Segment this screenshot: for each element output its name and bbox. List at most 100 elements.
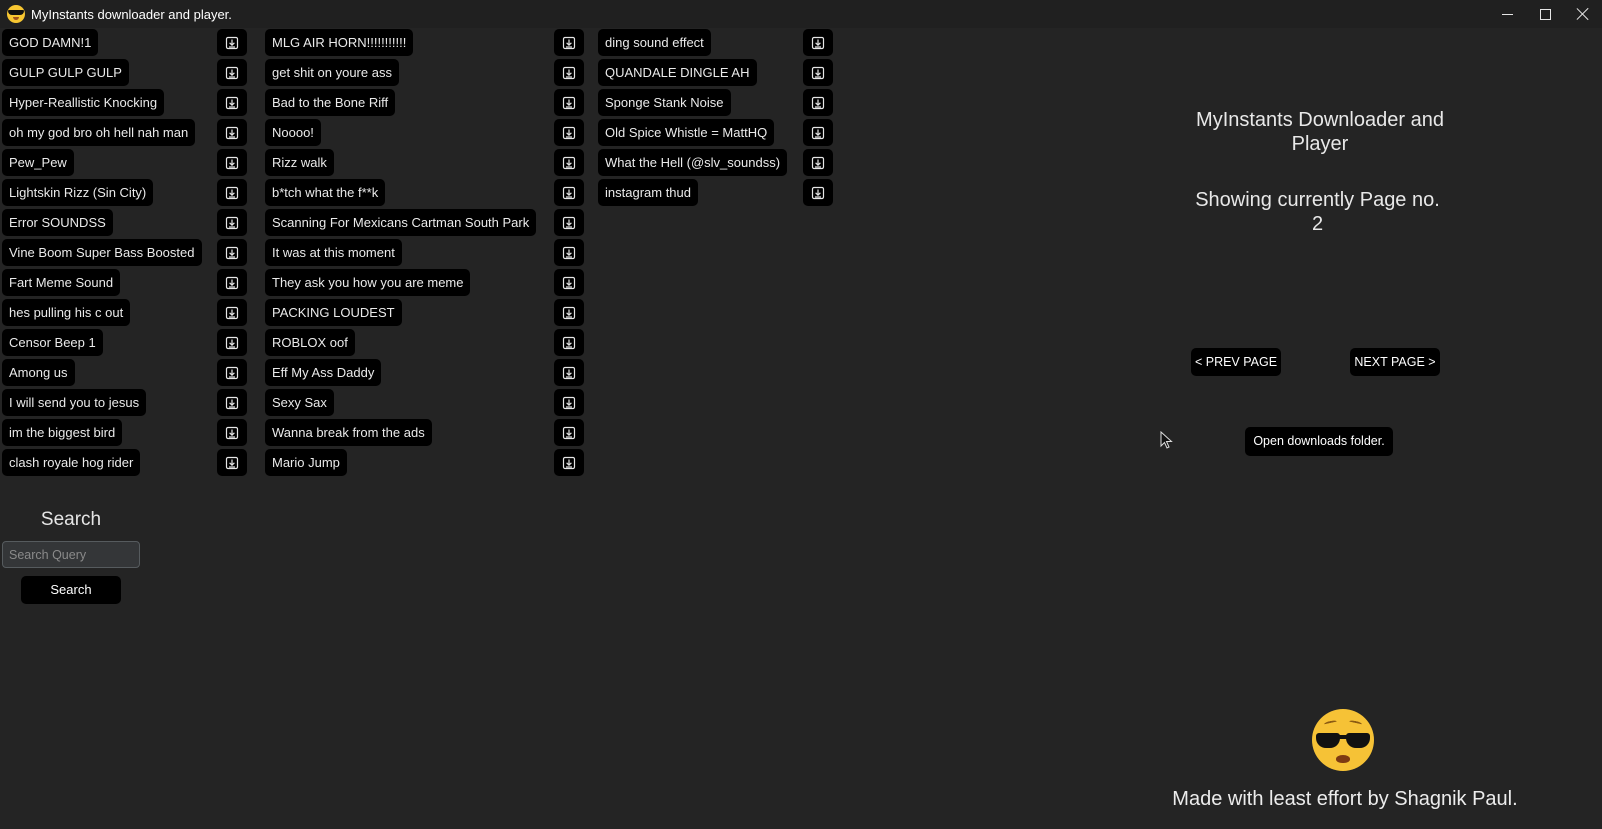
download-button[interactable] <box>217 239 247 266</box>
download-button[interactable] <box>217 389 247 416</box>
next-page-button[interactable]: NEXT PAGE > <box>1350 348 1440 376</box>
play-sound-button[interactable]: hes pulling his c out <box>2 299 131 326</box>
play-sound-button[interactable]: Fart Meme Sound <box>2 269 121 296</box>
download-button[interactable] <box>554 389 584 416</box>
download-icon <box>562 396 576 409</box>
play-sound-button[interactable]: Among us <box>2 359 75 386</box>
play-sound-button[interactable]: Noooo! <box>265 119 321 146</box>
download-button[interactable] <box>217 59 247 86</box>
play-sound-button[interactable]: I will send you to jesus <box>2 389 147 416</box>
play-sound-button[interactable]: ding sound effect <box>598 29 711 56</box>
maximize-button[interactable] <box>1526 0 1564 28</box>
download-button[interactable] <box>217 359 247 386</box>
download-icon <box>562 216 576 229</box>
download-button[interactable] <box>554 59 584 86</box>
download-button[interactable] <box>217 89 247 116</box>
play-sound-button[interactable]: They ask you how you are meme <box>265 269 471 296</box>
sunglasses-emoji-icon <box>1312 709 1374 771</box>
play-sound-button[interactable]: PACKING LOUDEST <box>265 299 402 326</box>
maximize-icon <box>1539 8 1551 20</box>
download-icon <box>225 36 239 49</box>
download-icon <box>225 66 239 79</box>
play-sound-button[interactable]: Wanna break from the ads <box>265 419 432 446</box>
play-sound-button[interactable]: Bad to the Bone Riff <box>265 89 396 116</box>
download-button[interactable] <box>554 299 584 326</box>
play-sound-button[interactable]: oh my god bro oh hell nah man <box>2 119 196 146</box>
play-sound-button[interactable]: b*tch what the f**k <box>265 179 386 206</box>
minimize-button[interactable] <box>1488 0 1526 28</box>
play-sound-button[interactable]: GOD DAMN!1 <box>2 29 99 56</box>
prev-page-button[interactable]: < PREV PAGE <box>1191 348 1281 376</box>
play-sound-button[interactable]: ROBLOX oof <box>265 329 355 356</box>
download-icon <box>225 396 239 409</box>
open-downloads-folder-button[interactable]: Open downloads folder. <box>1245 427 1393 456</box>
download-icon <box>225 426 239 439</box>
play-sound-button[interactable]: instagram thud <box>598 179 698 206</box>
download-button[interactable] <box>803 149 833 176</box>
close-button[interactable] <box>1564 0 1602 28</box>
play-sound-button[interactable]: Mario Jump <box>265 449 347 476</box>
play-sound-button[interactable]: MLG AIR HORN!!!!!!!!!!! <box>265 29 414 56</box>
play-sound-button[interactable]: Old Spice Whistle = MattHQ <box>598 119 775 146</box>
download-button[interactable] <box>803 119 833 146</box>
window-title: MyInstants downloader and player. <box>31 6 232 22</box>
play-sound-button[interactable]: QUANDALE DINGLE AH <box>598 59 757 86</box>
download-button[interactable] <box>803 179 833 206</box>
minimize-icon <box>1501 13 1513 15</box>
play-sound-button[interactable]: Error SOUNDSS <box>2 209 113 236</box>
play-sound-button[interactable]: Pew_Pew <box>2 149 74 176</box>
download-icon <box>225 216 239 229</box>
download-icon <box>562 96 576 109</box>
download-button[interactable] <box>554 239 584 266</box>
play-sound-button[interactable]: Sexy Sax <box>265 389 334 416</box>
download-button[interactable] <box>554 89 584 116</box>
download-button[interactable] <box>217 299 247 326</box>
download-icon <box>562 456 576 469</box>
download-button[interactable] <box>554 29 584 56</box>
download-icon <box>811 66 825 79</box>
download-button[interactable] <box>554 419 584 446</box>
sunglasses-emoji-icon <box>7 5 25 23</box>
play-sound-button[interactable]: Hyper-Reallistic Knocking <box>2 89 165 116</box>
download-button[interactable] <box>217 269 247 296</box>
play-sound-button[interactable]: What the Hell (@slv_soundss) <box>598 149 788 176</box>
download-button[interactable] <box>217 179 247 206</box>
download-button[interactable] <box>803 29 833 56</box>
download-icon <box>225 156 239 169</box>
download-button[interactable] <box>217 329 247 356</box>
download-icon <box>225 366 239 379</box>
play-sound-button[interactable]: Rizz walk <box>265 149 334 176</box>
play-sound-button[interactable]: get shit on youre ass <box>265 59 399 86</box>
download-button[interactable] <box>554 119 584 146</box>
play-sound-button[interactable]: im the biggest bird <box>2 419 123 446</box>
play-sound-button[interactable]: Eff My Ass Daddy <box>265 359 382 386</box>
search-button[interactable]: Search <box>21 576 121 604</box>
download-button[interactable] <box>217 119 247 146</box>
download-icon <box>225 336 239 349</box>
credit-text: Made with least effort by Shagnik Paul. <box>1172 788 1518 810</box>
play-sound-button[interactable]: GULP GULP GULP <box>2 59 129 86</box>
download-button[interactable] <box>803 59 833 86</box>
download-button[interactable] <box>554 209 584 236</box>
download-button[interactable] <box>554 269 584 296</box>
download-button[interactable] <box>217 209 247 236</box>
download-button[interactable] <box>217 419 247 446</box>
play-sound-button[interactable]: clash royale hog rider <box>2 449 141 476</box>
download-button[interactable] <box>217 449 247 476</box>
download-button[interactable] <box>554 329 584 356</box>
play-sound-button[interactable]: Censor Beep 1 <box>2 329 103 356</box>
play-sound-button[interactable]: Vine Boom Super Bass Boosted <box>2 239 202 266</box>
download-button[interactable] <box>217 29 247 56</box>
search-input[interactable] <box>2 541 140 568</box>
play-sound-button[interactable]: It was at this moment <box>265 239 402 266</box>
download-button[interactable] <box>554 179 584 206</box>
download-button[interactable] <box>217 149 247 176</box>
play-sound-button[interactable]: Lightskin Rizz (Sin City) <box>2 179 154 206</box>
download-button[interactable] <box>803 89 833 116</box>
download-button[interactable] <box>554 149 584 176</box>
play-sound-button[interactable]: Scanning For Mexicans Cartman South Park <box>265 209 537 236</box>
download-button[interactable] <box>554 449 584 476</box>
play-sound-button[interactable]: Sponge Stank Noise <box>598 89 731 116</box>
download-icon <box>562 336 576 349</box>
download-button[interactable] <box>554 359 584 386</box>
